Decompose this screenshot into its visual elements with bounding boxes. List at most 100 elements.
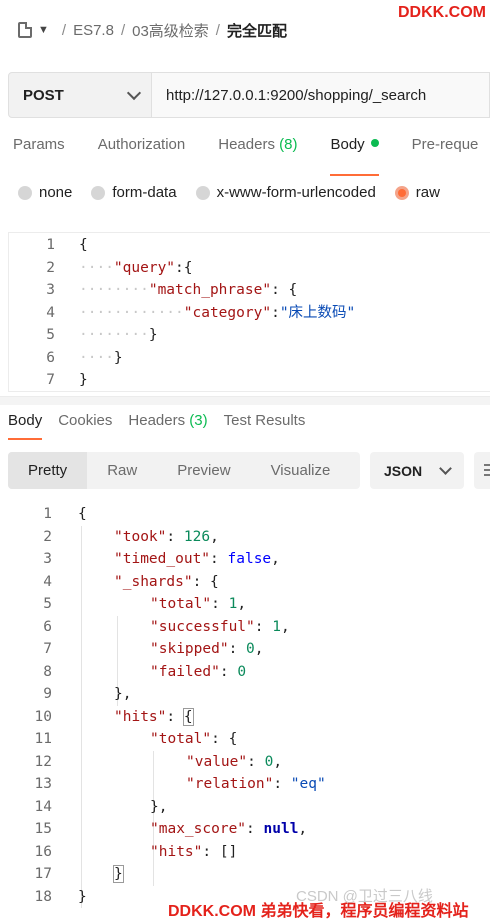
line-number: 9 — [43, 686, 52, 702]
code-line: "_shards": { — [114, 571, 219, 593]
breadcrumb-folder[interactable]: 03高级检索 — [132, 20, 209, 41]
code-line: "max_score": null, — [150, 818, 307, 840]
headers-count: (8) — [279, 136, 298, 153]
code-token: { — [182, 707, 194, 726]
code-token: 126 — [183, 528, 211, 545]
code-line: "took": 126, — [114, 526, 219, 548]
code-token: "took" — [114, 528, 167, 545]
line-number: 11 — [34, 731, 52, 747]
tab-headers-label: Headers — [218, 136, 275, 153]
code-line: { — [78, 503, 87, 525]
tab-body-label: Body — [330, 136, 365, 153]
line-number: 12 — [34, 753, 52, 770]
code-token: }, — [114, 686, 132, 702]
line-number: 13 — [34, 776, 52, 792]
response-tab-cookies[interactable]: Cookies — [58, 412, 112, 429]
tab-params[interactable]: Params — [13, 136, 65, 166]
radio-icon — [18, 185, 32, 200]
code-line: }, — [150, 796, 167, 818]
tab-pre-request-script[interactable]: Pre-reque — [412, 136, 479, 166]
tab-headers[interactable]: Headers (8) — [218, 136, 297, 166]
code-token: }, — [150, 798, 168, 815]
code-token: } — [148, 327, 158, 343]
line-number: 17 — [34, 866, 52, 882]
line-number: 2 — [46, 259, 55, 276]
code-token: } — [113, 349, 123, 366]
code-token: , — [254, 641, 264, 657]
body-type-raw[interactable]: raw — [394, 184, 440, 201]
response-tab-body[interactable]: Body — [8, 412, 43, 440]
indent-guide — [81, 525, 82, 908]
request-body-editor[interactable]: 1{2 ····"query":{3 ········"match_phrase":… — [8, 232, 490, 392]
response-tab-headers-label: Headers — [128, 412, 186, 429]
breadcrumb-request-name[interactable]: 完全匹配 — [227, 20, 287, 41]
code-token: { — [79, 237, 88, 253]
breadcrumb-collection[interactable]: ES7.8 — [73, 22, 114, 39]
view-visualize-button[interactable]: Visualize — [251, 452, 351, 489]
line-number: 4 — [46, 304, 55, 321]
code-token: : [] — [202, 843, 238, 860]
method-label: POST — [23, 86, 64, 104]
code-token: "hits" — [150, 843, 203, 860]
url-input[interactable]: http://127.0.0.1:9200/shopping/_search — [152, 72, 490, 118]
code-line: } — [113, 863, 124, 885]
code-line: } — [79, 369, 88, 391]
chevron-down-icon — [439, 462, 452, 475]
line-number: 16 — [34, 843, 52, 860]
code-line: "total": { — [150, 728, 237, 750]
code-token: , — [280, 618, 290, 635]
code-token: 0 — [264, 753, 274, 770]
breadcrumb-separator: / — [120, 21, 126, 39]
tab-body[interactable]: Body — [330, 136, 379, 176]
request-doc-icon — [18, 22, 32, 38]
code-token: "skipped" — [150, 641, 229, 657]
code-token: : — [219, 663, 238, 680]
line-number: 5 — [43, 596, 52, 612]
chevron-down-icon[interactable]: ▼ — [38, 24, 49, 36]
code-token: } — [78, 888, 87, 905]
code-line: ····"query":{ — [79, 257, 193, 279]
code-token: 1 — [228, 596, 238, 612]
code-line: { — [79, 234, 88, 256]
line-number: 5 — [46, 327, 55, 343]
view-pretty-button[interactable]: Pretty — [8, 452, 88, 489]
wrap-lines-icon[interactable] — [474, 452, 490, 489]
body-type-urlencoded[interactable]: x-www-form-urlencoded — [195, 184, 376, 201]
format-select[interactable]: JSON — [370, 452, 464, 489]
line-number: 6 — [46, 349, 55, 366]
code-token: "relation" — [186, 776, 274, 792]
line-number: 1 — [43, 506, 52, 522]
response-tab-headers[interactable]: Headers (3) — [128, 412, 207, 429]
response-tab-test-results[interactable]: Test Results — [224, 412, 306, 429]
code-token: "max_score" — [150, 821, 247, 837]
code-line: ········"match_phrase": { — [79, 279, 297, 301]
watermark-bottom: DDKK.COM 弟弟快看，程序员编程资料站 — [168, 903, 469, 920]
method-select[interactable]: POST — [8, 72, 152, 118]
line-number: 6 — [43, 618, 52, 635]
code-token: , — [271, 551, 280, 567]
code-line: "total": 1, — [150, 593, 246, 615]
code-line: "hits": [] — [150, 841, 237, 863]
body-type-none[interactable]: none — [18, 184, 72, 201]
format-label: JSON — [384, 462, 423, 479]
response-body-viewer[interactable]: 1{2 "took": 126, 3 "timed_out": false, 4 "_sh… — [0, 503, 490, 908]
line-number: 4 — [43, 573, 52, 590]
code-token: "床上数码" — [279, 304, 356, 321]
view-preview-button[interactable]: Preview — [157, 452, 250, 489]
tab-authorization[interactable]: Authorization — [98, 136, 186, 166]
request-bar: POST http://127.0.0.1:9200/shopping/_sea… — [8, 72, 490, 118]
body-modified-dot-icon — [370, 139, 379, 147]
view-mode-bar: Pretty Raw Preview Visualize — [8, 452, 360, 489]
code-token: "failed" — [150, 663, 220, 680]
body-type-form-data[interactable]: form-data — [91, 184, 177, 201]
code-token: false — [227, 551, 272, 567]
watermark-top: DDKK.COM — [398, 4, 486, 21]
code-token: : — [166, 528, 184, 545]
code-line: "hits": { — [114, 706, 194, 728]
view-raw-button[interactable]: Raw — [87, 452, 157, 489]
code-token: 1 — [272, 618, 281, 635]
pane-divider[interactable] — [0, 396, 490, 405]
code-token: : — [210, 551, 228, 567]
code-line: } — [78, 886, 87, 908]
breadcrumb-separator: / — [61, 21, 67, 39]
